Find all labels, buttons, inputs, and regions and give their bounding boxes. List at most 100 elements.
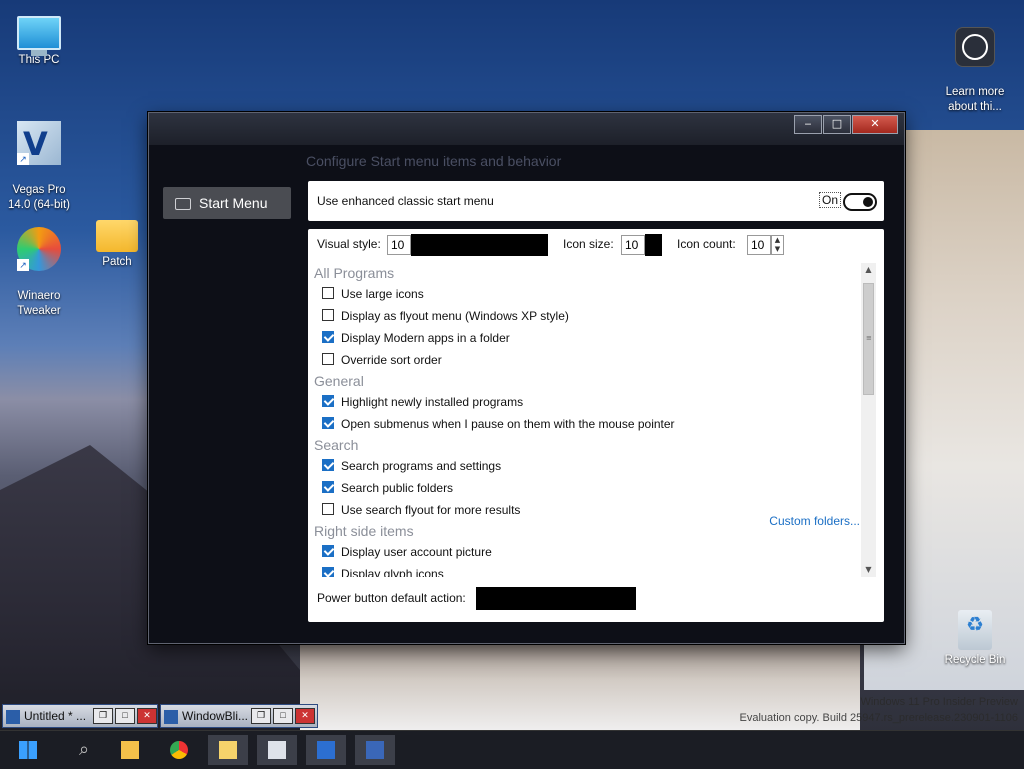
desktop-icon-winaero-tweaker[interactable]: ↗ Winaero Tweaker (1, 212, 77, 334)
learn-more-icon (955, 27, 995, 67)
monitor-icon (17, 16, 61, 56)
checkbox[interactable] (322, 395, 334, 407)
options-card: Visual style: 10 Icon size: 10 Icon coun… (308, 229, 884, 622)
option-label: Display as flyout menu (Windows XP style… (341, 309, 569, 323)
checkbox[interactable] (322, 567, 334, 577)
close-icon[interactable]: ✕ (137, 708, 157, 724)
close-button[interactable]: ✕ (852, 115, 898, 134)
icon-size-dropdown[interactable] (645, 234, 662, 256)
icon-size-label: Icon size: (563, 237, 614, 251)
chrome-icon[interactable] (159, 735, 199, 765)
option-label: Display Modern apps in a folder (341, 331, 510, 345)
file-explorer-icon[interactable] (110, 735, 150, 765)
desktop-icon-label: Patch (102, 256, 132, 268)
folder-icon (96, 220, 138, 252)
custom-folders-link[interactable]: Custom folders... (769, 510, 860, 532)
enhanced-menu-toggle[interactable] (843, 193, 877, 211)
section-general: General (314, 373, 364, 389)
desktop-icon-this-pc[interactable]: This PC (1, 10, 77, 68)
watermark-line-2: Evaluation copy. Build 25947.rs_prerelea… (739, 712, 1018, 724)
minimized-title: Untitled * ... (24, 709, 87, 723)
desktop-icon-label: Learn more about thi... (945, 86, 1005, 113)
option-search-programs[interactable]: Search programs and settings (314, 455, 860, 477)
option-search-public-folders[interactable]: Search public folders (314, 477, 860, 499)
winaero-tweaker-icon: ↗ (17, 227, 61, 271)
option-label: Highlight newly installed programs (341, 395, 524, 409)
maximize-icon[interactable]: □ (115, 708, 135, 724)
enhanced-menu-card: Use enhanced classic start menu On (308, 181, 884, 221)
checkbox[interactable] (322, 459, 334, 471)
section-all-programs: All Programs (314, 265, 395, 281)
watermark-line-1: Windows 11 Pro Insider Preview (860, 696, 1018, 708)
title-bar[interactable]: ‒ □ ✕ (149, 113, 904, 145)
start-menu-icon (175, 198, 191, 211)
options-scrollbar[interactable]: ▲ ≡ ▼ (861, 263, 876, 577)
visual-style-dropdown[interactable] (411, 234, 548, 256)
minimize-button[interactable]: ‒ (794, 115, 822, 134)
checkbox[interactable] (322, 287, 334, 299)
scroll-up-icon[interactable]: ▲ (861, 263, 876, 277)
option-glyph-icons[interactable]: Display glyph icons (314, 563, 860, 577)
restore-icon[interactable]: ❐ (93, 708, 113, 724)
option-use-large-icons[interactable]: Use large icons (314, 283, 860, 305)
close-icon[interactable]: ✕ (295, 708, 315, 724)
app-icon[interactable] (355, 735, 395, 765)
desktop-icon-patch[interactable]: Patch (79, 212, 155, 270)
option-modern-apps-folder[interactable]: Display Modern apps in a folder (314, 327, 860, 349)
option-label: Display glyph icons (341, 567, 444, 577)
vegas-pro-icon (6, 709, 20, 724)
option-override-sort[interactable]: Override sort order (314, 349, 860, 371)
windowblinds-window: ‒ □ ✕ Configure Start menu items and beh… (148, 112, 905, 644)
desktop-icon-label: Recycle Bin (944, 654, 1006, 666)
option-label: Search public folders (341, 481, 454, 495)
maximize-button[interactable]: □ (823, 115, 851, 134)
minimized-window-windowblinds[interactable]: WindowBli... ❐ □ ✕ (160, 704, 318, 728)
option-label: Override sort order (341, 353, 442, 367)
tab-start-menu[interactable]: Start Menu (163, 187, 291, 219)
taskbar: ⌕ (0, 730, 1024, 769)
checkbox[interactable] (322, 417, 334, 429)
search-icon[interactable]: ⌕ (64, 735, 104, 765)
desktop-icon-vegas-pro[interactable]: V ↗ Vegas Pro 14.0 (64-bit) (1, 106, 77, 228)
icon-size-field[interactable]: 10 (621, 235, 645, 255)
start-icon[interactable] (8, 735, 48, 765)
desktop-icon-learn-more[interactable]: Learn more about thi... (937, 12, 1013, 130)
scrollbar-thumb[interactable]: ≡ (863, 283, 874, 395)
checkbox[interactable] (322, 503, 334, 515)
maximize-icon[interactable]: □ (273, 708, 293, 724)
checkbox[interactable] (322, 353, 334, 365)
option-open-submenus-hover[interactable]: Open submenus when I pause on them with … (314, 413, 860, 435)
icon-count-spinner[interactable]: ▲ ▼ (771, 235, 784, 255)
checkbox[interactable] (322, 331, 334, 343)
power-button-label: Power button default action: (317, 591, 466, 605)
option-label: Display user account picture (341, 545, 492, 559)
spin-down-icon[interactable]: ▼ (772, 245, 783, 254)
visual-style-field[interactable]: 10 (387, 235, 411, 255)
option-label: Use search flyout for more results (341, 503, 521, 517)
option-flyout-menu[interactable]: Display as flyout menu (Windows XP style… (314, 305, 860, 327)
minimized-window-untitled[interactable]: Untitled * ... ❐ □ ✕ (2, 704, 158, 728)
desktop-icon-recycle-bin[interactable]: ♻ Recycle Bin (937, 610, 1013, 668)
notepad-icon[interactable] (208, 735, 248, 765)
section-search: Search (314, 437, 359, 453)
vegas-pro-icon[interactable] (306, 735, 346, 765)
checkbox[interactable] (322, 309, 334, 321)
icon-count-label: Icon count: (677, 237, 736, 251)
vegas-pro-icon: V ↗ (17, 121, 61, 165)
option-highlight-new-programs[interactable]: Highlight newly installed programs (314, 391, 860, 413)
spin-up-icon[interactable]: ▲ (772, 236, 783, 245)
page-heading: Configure Start menu items and behavior (306, 153, 562, 169)
windowblinds-icon[interactable] (257, 735, 297, 765)
visual-style-label: Visual style: (317, 237, 381, 251)
tab-label: Start Menu (199, 195, 268, 211)
icon-count-field[interactable]: 10 (747, 235, 771, 255)
restore-icon[interactable]: ❐ (251, 708, 271, 724)
desktop-icon-label: Vegas Pro 14.0 (64-bit) (7, 184, 70, 211)
checkbox[interactable] (322, 545, 334, 557)
scroll-down-icon[interactable]: ▼ (861, 563, 876, 577)
option-user-account-picture[interactable]: Display user account picture (314, 541, 860, 563)
minimized-title: WindowBli... (182, 709, 249, 723)
checkbox[interactable] (322, 481, 334, 493)
option-search-flyout[interactable]: Use search flyout for more results Custom… (314, 499, 860, 528)
power-button-dropdown[interactable] (476, 587, 636, 610)
